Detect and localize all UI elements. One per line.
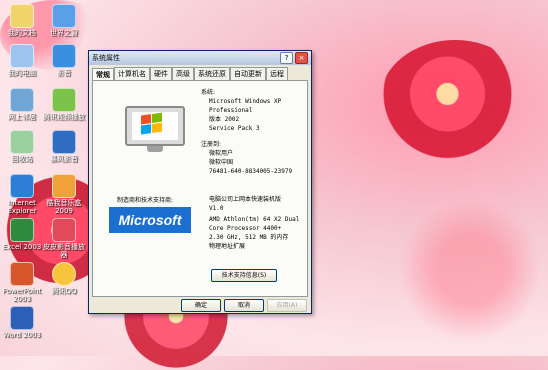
storm-player-icon — [52, 130, 76, 154]
desktop-icon-storm-player[interactable]: 暴风影音 — [42, 130, 86, 163]
support-info-button[interactable]: 技术支持信息(S) — [211, 269, 277, 282]
desktop-icon-browser[interactable]: 世界之窗 — [42, 4, 86, 37]
qq-icon — [52, 262, 76, 286]
desktop-icon-my-documents[interactable]: 我的文档 — [0, 4, 44, 37]
windows-logo-icon — [141, 112, 163, 135]
recycle-bin-icon — [10, 130, 34, 154]
physical-address-extension: 物理地址扩展 — [209, 243, 246, 250]
excel-icon — [10, 218, 34, 242]
tab-strip: 常规 计算机名 硬件 高级 系统还原 自动更新 远程 — [89, 65, 311, 81]
os-edition: Professional — [209, 107, 253, 114]
processor-line-1: AMD Athlon(tm) 64 X2 Dual — [209, 216, 300, 223]
microsoft-logo: Microsoft — [109, 207, 191, 233]
close-button[interactable]: × — [295, 52, 308, 64]
help-button[interactable]: ? — [280, 52, 293, 64]
desktop-icon-video-player[interactable]: 腾讯视频播放 — [42, 88, 86, 121]
os-name: Microsoft Windows XP — [209, 98, 282, 105]
general-tab-panel: 系统: Microsoft Windows XP Professional 版本… — [92, 80, 308, 297]
desktop-icon-media[interactable]: 影音 — [42, 44, 86, 77]
wallpaper-flower — [380, 40, 530, 160]
desktop-icon-network[interactable]: 网上邻居 — [0, 88, 44, 121]
manufacturer-name: 电脑公司上网本快速装机版 — [209, 196, 282, 203]
desktop-icon-qq[interactable]: 腾讯QQ — [42, 262, 86, 295]
my-documents-icon — [10, 4, 34, 28]
processor-line-2: Core Processor 4400+ — [209, 225, 282, 232]
browser-icon — [52, 4, 76, 28]
media-icon — [52, 44, 76, 68]
music-box-icon — [52, 174, 76, 198]
desktop-icon-music-box[interactable]: 酷我音乐盒 2009 — [42, 174, 86, 215]
manufacturer-version: V1.0 — [209, 205, 224, 212]
processor-speed-memory: 2.30 GHz, 512 MB 的内存 — [209, 234, 289, 241]
system-properties-window: 系统属性 ? × 常规 计算机名 硬件 高级 系统还原 自动更新 远程 系统: … — [88, 50, 312, 314]
tab-remote[interactable]: 远程 — [266, 67, 288, 80]
my-computer-icon — [10, 44, 34, 68]
internet-explorer-icon — [10, 174, 34, 198]
desktop-icon-recycle-bin[interactable]: 回收站 — [0, 130, 44, 163]
tab-advanced[interactable]: 高级 — [172, 67, 194, 80]
tab-hardware[interactable]: 硬件 — [150, 67, 172, 80]
apply-button[interactable]: 应用(A) — [267, 299, 307, 312]
registered-org: 微软中国 — [209, 159, 234, 166]
registered-user: 微软用户 — [209, 150, 234, 157]
manufacturer-heading: 制造商和技术支持商: — [117, 197, 174, 204]
desktop-icon-word[interactable]: Word 2003 — [0, 306, 44, 339]
desktop-icon-powerpoint[interactable]: PowerPoint 2003 — [0, 262, 44, 303]
ok-button[interactable]: 确定 — [181, 299, 221, 312]
word-icon — [10, 306, 34, 330]
os-version: 版本 2002 — [209, 116, 240, 123]
tab-computer-name[interactable]: 计算机名 — [114, 67, 150, 80]
registered-heading: 注册到: — [201, 141, 222, 148]
os-service-pack: Service Pack 3 — [209, 125, 260, 132]
wallpaper-flower — [400, 180, 540, 360]
desktop-icon-player[interactable]: 皮皮影音播放器 — [42, 218, 86, 259]
player-icon — [52, 218, 76, 242]
cancel-button[interactable]: 取消 — [224, 299, 264, 312]
video-player-icon — [52, 88, 76, 112]
desktop-icon-excel[interactable]: Excel 2003 — [0, 218, 44, 251]
powerpoint-icon — [10, 262, 34, 286]
tab-system-restore[interactable]: 系统还原 — [194, 67, 230, 80]
desktop-icon-my-computer[interactable]: 我的电脑 — [0, 44, 44, 77]
window-titlebar[interactable]: 系统属性 ? × — [89, 51, 311, 65]
desktop-icon-internet-explorer[interactable]: Internet Explorer — [0, 174, 44, 215]
product-id: 76481-640-8834005-23979 — [209, 168, 293, 175]
computer-monitor-icon — [125, 106, 185, 154]
tab-automatic-updates[interactable]: 自动更新 — [230, 67, 266, 80]
window-title: 系统属性 — [92, 54, 120, 62]
system-heading: 系统: — [201, 89, 216, 96]
network-icon — [10, 88, 34, 112]
